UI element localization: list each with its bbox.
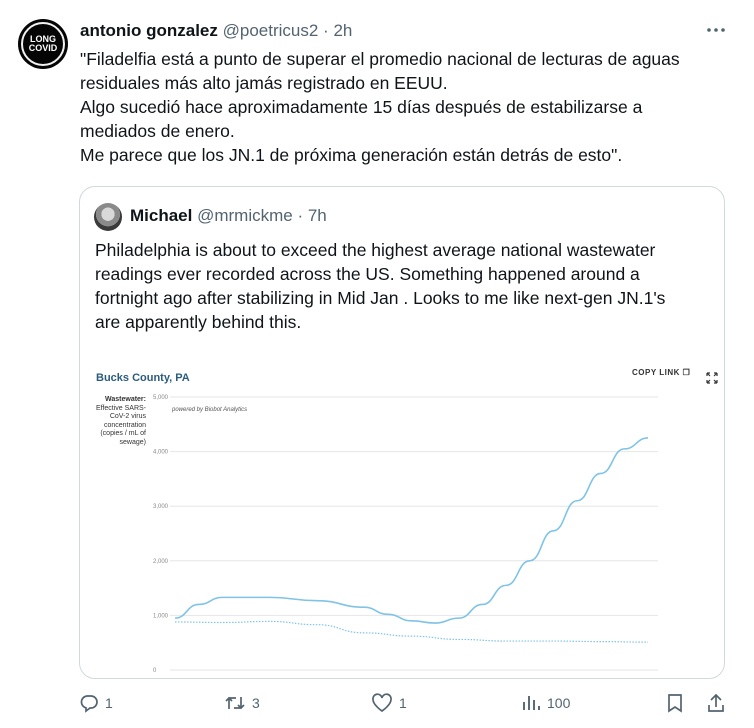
retweet-icon [225,696,245,710]
views-button[interactable]: 100 [521,693,570,713]
chart-title: Bucks County, PA [96,372,190,384]
quote-text-line: Philadelphia is about to exceed the high… [95,240,656,260]
author-handle[interactable]: @poetricus2 [223,21,319,40]
series-line-solid [174,437,649,624]
chart: 5,000 4,000 3,000 2,000 1,000 0 [153,395,658,674]
chart-image[interactable]: 5,000 4,000 3,000 2,000 1,000 0 Bucks County,… [80,352,724,678]
quote-separator: · [292,206,308,225]
views-count: 100 [547,695,571,711]
retweet-count: 3 [252,695,260,711]
like-button[interactable]: 1 [371,693,407,713]
tweet-text-line: Me parece que los JN.1 de próxima genera… [80,145,623,165]
tweet-text-line: "Filadelfia está a punto de superar el p… [80,49,680,69]
quote-text-line: are apparently behind this. [95,312,302,332]
retweet-button[interactable]: 3 [224,693,260,713]
y-tick-label: 1,000 [153,613,169,619]
y-tick-label: 2,000 [153,559,169,565]
reply-count: 1 [105,695,113,711]
bookmark-icon [668,694,682,713]
action-bar: 1 3 1 100 [0,690,754,720]
reply-icon [80,695,98,713]
y-axis-label-line: Effective SARS- [95,404,146,412]
tweet-header: antonio gonzalez @poetricus2 · 2h [80,21,352,41]
share-button[interactable] [706,693,726,713]
quote-avatar[interactable] [94,203,122,231]
tweet-text-line: residuales más alto jamás registrado en … [80,73,448,93]
y-axis-label: Wastewater: Effective SARS- CoV-2 virus … [82,396,146,447]
quote-text-line: fortnight ago after stabilizing in Mid J… [95,288,666,308]
y-tick-label: 4,000 [153,450,169,456]
quote-text-line: readings ever recorded across the US. So… [95,264,640,284]
avatar-text-line-2: COVID [28,43,58,53]
bookmark-button[interactable] [666,693,684,713]
avatar[interactable]: LONG COVID [18,19,68,69]
copy-link-label: COPY LINK [632,368,680,377]
copy-icon: ❐ [682,368,691,377]
quote-text: Philadelphia is about to exceed the high… [95,238,715,334]
powered-by-label: powered by Biobot Analytics [172,407,248,413]
timestamp[interactable]: 2h [333,21,352,40]
author-name[interactable]: antonio gonzalez [80,21,218,40]
share-icon [708,693,724,712]
tweet-text: "Filadelfia está a punto de superar el p… [80,47,740,167]
y-tick-label: 3,000 [153,504,169,510]
quote-author-handle[interactable]: @mrmickme [197,206,293,225]
y-tick-label: 5,000 [153,395,169,401]
quote-header: Michael @mrmickme · 7h [130,206,327,226]
more-icon[interactable] [704,20,728,40]
y-axis-label-line: CoV-2 virus [109,413,146,420]
heart-icon [372,693,392,713]
quote-timestamp[interactable]: 7h [308,206,327,225]
views-icon [523,696,540,710]
y-axis-label-title: Wastewater: [105,396,146,403]
tweet-text-line: Algo sucedió hace aproximadamente 15 día… [80,97,643,117]
quoted-tweet[interactable]: Michael @mrmickme · 7h Philadelphia is a… [79,186,725,679]
expand-icon [706,372,718,384]
y-axis-label-line: (copies / mL of [100,430,146,437]
like-count: 1 [399,695,407,711]
y-axis-label-line: sewage) [119,438,146,446]
quote-author-name[interactable]: Michael [130,206,192,225]
tweet-text-line: mediados de enero. [80,121,235,141]
separator: · [318,21,334,40]
series-line-dotted [174,620,649,643]
copy-link-button: COPY LINK ❐ [632,368,690,377]
y-tick-label: 0 [153,668,157,674]
y-axis-label-line: concentration [103,421,146,429]
reply-button[interactable]: 1 [79,693,113,713]
